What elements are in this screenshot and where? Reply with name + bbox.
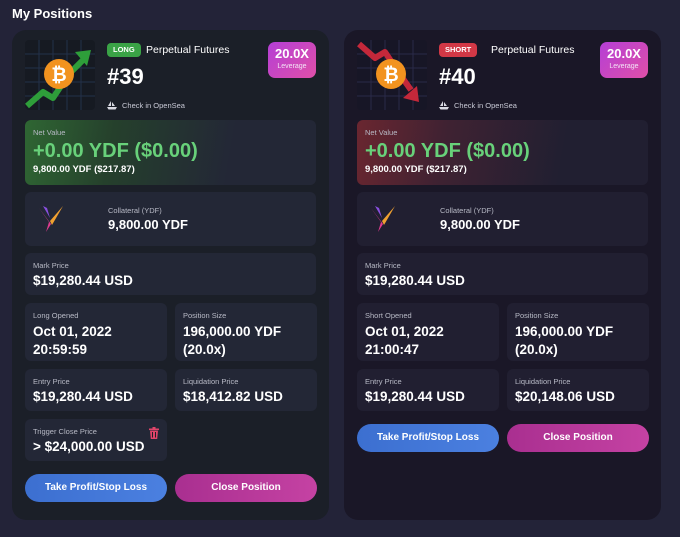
net-value-sub: 9,800.00 YDF ($217.87)	[33, 164, 135, 175]
trigger-close-label: Trigger Close Price	[33, 427, 97, 436]
mark-price-label: Mark Price	[365, 261, 401, 270]
ydf-logo-icon	[371, 206, 395, 232]
long-badge: LONG	[107, 43, 141, 57]
opened-time: 20:59:59	[33, 342, 88, 357]
product-label: Perpetual Futures	[146, 44, 230, 56]
position-size-panel: Position Size 196,000.00 YDF (20.0x)	[507, 303, 649, 361]
opened-date: Oct 01, 2022	[365, 324, 444, 339]
svg-text:₿: ₿	[383, 65, 398, 86]
size-label: Position Size	[183, 311, 227, 320]
close-position-button[interactable]: Close Position	[507, 424, 649, 452]
opened-date: Oct 01, 2022	[33, 324, 112, 339]
position-id: #40	[439, 64, 476, 89]
leverage-value: 20.0X	[275, 46, 309, 61]
liquidation-price-panel: Liquidation Price $20,148.06 USD	[507, 369, 649, 411]
liquidation-price-label: Liquidation Price	[183, 377, 239, 386]
net-value-panel: Net Value +0.00 YDF ($0.00) 9,800.00 YDF…	[357, 120, 648, 185]
svg-text:₿: ₿	[51, 65, 66, 86]
leverage-badge: 20.0X Leverage	[268, 42, 316, 78]
leverage-value: 20.0X	[607, 46, 641, 61]
page-title: My Positions	[12, 6, 93, 21]
close-position-button[interactable]: Close Position	[175, 474, 317, 502]
collateral-panel: Collateral (YDF) 9,800.00 YDF	[25, 192, 316, 246]
net-value-sub: 9,800.00 YDF ($217.87)	[365, 164, 467, 175]
entry-price: $19,280.44 USD	[365, 389, 465, 404]
net-value-label: Net Value	[33, 128, 66, 137]
position-id: #39	[107, 64, 144, 89]
opened-label: Long Opened	[33, 311, 79, 320]
nft-image-short[interactable]: ₿	[357, 40, 427, 110]
position-card-long: ₿ LONG Perpetual Futures #39 Check in Op…	[12, 30, 329, 520]
net-value-panel: Net Value +0.00 YDF ($0.00) 9,800.00 YDF…	[25, 120, 316, 185]
opensea-label: Check in OpenSea	[122, 101, 185, 110]
position-card-short: ₿ SHORT Perpetual Futures #40 Check in O…	[344, 30, 661, 520]
opened-panel: Short Opened Oct 01, 2022 21:00:47	[357, 303, 499, 361]
trash-icon[interactable]	[149, 427, 159, 439]
position-size-panel: Position Size 196,000.00 YDF (20.0x)	[175, 303, 317, 361]
opensea-link[interactable]: Check in OpenSea	[439, 101, 517, 110]
size-value: 196,000.00 YDF	[183, 324, 282, 339]
mark-price-panel: Mark Price $19,280.44 USD	[357, 253, 648, 295]
liquidation-price-panel: Liquidation Price $18,412.82 USD	[175, 369, 317, 411]
card-header: ₿ LONG Perpetual Futures #39 Check in Op…	[25, 40, 316, 120]
opensea-link[interactable]: Check in OpenSea	[107, 101, 185, 110]
mark-price: $19,280.44 USD	[365, 273, 465, 288]
card-header: ₿ SHORT Perpetual Futures #40 Check in O…	[357, 40, 648, 120]
size-leverage: (20.0x)	[515, 342, 558, 357]
sailboat-icon	[439, 101, 449, 110]
leverage-badge: 20.0X Leverage	[600, 42, 648, 78]
net-value-label: Net Value	[365, 128, 398, 137]
ydf-logo-icon	[39, 206, 63, 232]
leverage-label: Leverage	[609, 63, 639, 70]
collateral-label: Collateral (YDF)	[108, 206, 162, 215]
sailboat-icon	[107, 101, 117, 110]
opened-time: 21:00:47	[365, 342, 420, 357]
take-profit-stop-loss-button[interactable]: Take Profit/Stop Loss	[357, 424, 499, 452]
entry-price-label: Entry Price	[33, 377, 70, 386]
opensea-label: Check in OpenSea	[454, 101, 517, 110]
short-badge: SHORT	[439, 43, 478, 57]
mark-price: $19,280.44 USD	[33, 273, 133, 288]
size-value: 196,000.00 YDF	[515, 324, 614, 339]
mark-price-panel: Mark Price $19,280.44 USD	[25, 253, 316, 295]
trigger-close-value: > $24,000.00 USD	[33, 439, 145, 454]
net-value: +0.00 YDF ($0.00)	[33, 140, 198, 162]
opened-panel: Long Opened Oct 01, 2022 20:59:59	[25, 303, 167, 361]
net-value: +0.00 YDF ($0.00)	[365, 140, 530, 162]
mark-price-label: Mark Price	[33, 261, 69, 270]
size-leverage: (20.0x)	[183, 342, 226, 357]
product-label: Perpetual Futures	[491, 44, 575, 56]
liquidation-price: $18,412.82 USD	[183, 389, 283, 404]
trigger-close-panel: Trigger Close Price > $24,000.00 USD	[25, 419, 167, 461]
collateral-label: Collateral (YDF)	[440, 206, 494, 215]
entry-price-label: Entry Price	[365, 377, 402, 386]
liquidation-price-label: Liquidation Price	[515, 377, 571, 386]
leverage-label: Leverage	[277, 63, 307, 70]
take-profit-stop-loss-button[interactable]: Take Profit/Stop Loss	[25, 474, 167, 502]
opened-label: Short Opened	[365, 311, 412, 320]
collateral-value: 9,800.00 YDF	[440, 217, 520, 232]
liquidation-price: $20,148.06 USD	[515, 389, 615, 404]
collateral-panel: Collateral (YDF) 9,800.00 YDF	[357, 192, 648, 246]
nft-image-long[interactable]: ₿	[25, 40, 95, 110]
entry-price-panel: Entry Price $19,280.44 USD	[357, 369, 499, 411]
size-label: Position Size	[515, 311, 559, 320]
collateral-value: 9,800.00 YDF	[108, 217, 188, 232]
entry-price-panel: Entry Price $19,280.44 USD	[25, 369, 167, 411]
entry-price: $19,280.44 USD	[33, 389, 133, 404]
